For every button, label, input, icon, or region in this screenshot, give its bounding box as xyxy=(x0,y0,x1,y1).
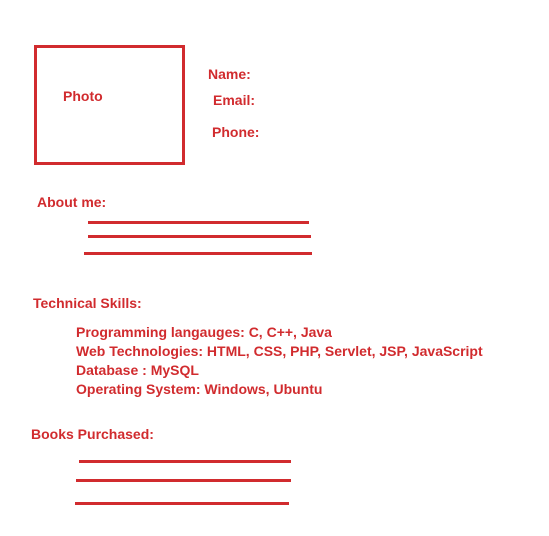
about-placeholder-line xyxy=(88,235,311,238)
skill-item: Operating System: Windows, Ubuntu xyxy=(76,381,323,397)
email-label: Email: xyxy=(213,92,256,108)
technical-skills-heading: Technical Skills: xyxy=(33,295,142,311)
books-placeholder-line xyxy=(79,460,291,463)
phone-label: Phone: xyxy=(212,124,260,140)
books-placeholder-line xyxy=(76,479,291,482)
about-placeholder-line xyxy=(84,252,312,255)
skill-item: Programming langauges: C, C++, Java xyxy=(76,324,332,340)
about-placeholder-line xyxy=(88,221,309,224)
books-heading: Books Purchased: xyxy=(31,426,154,442)
technical-skills-list: Programming langauges: C, C++, Java Web … xyxy=(76,323,483,399)
about-heading: About me: xyxy=(37,194,107,210)
skill-item: Database : MySQL xyxy=(76,362,199,378)
photo-placeholder xyxy=(34,45,185,165)
skill-item: Web Technologies: HTML, CSS, PHP, Servle… xyxy=(76,343,483,359)
name-label: Name: xyxy=(208,66,251,82)
photo-label: Photo xyxy=(63,88,103,104)
books-placeholder-line xyxy=(75,502,289,505)
